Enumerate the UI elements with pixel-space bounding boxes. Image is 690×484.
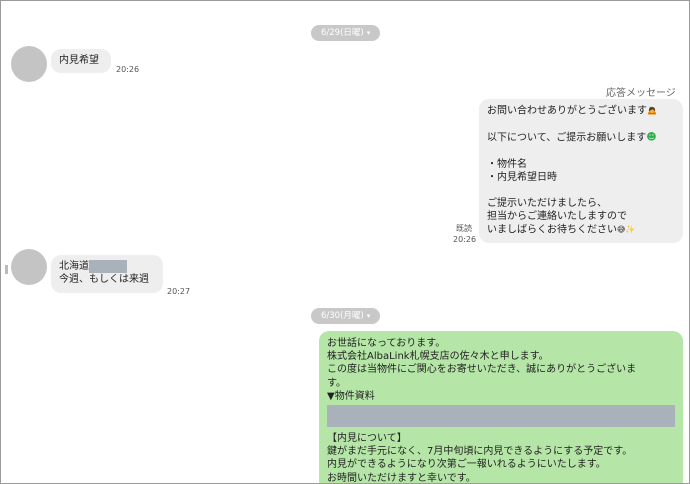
avatar[interactable]	[11, 46, 47, 82]
sparkle-icon: ✨	[625, 225, 636, 235]
scroll-marker	[5, 265, 8, 274]
message-time: 20:27	[167, 287, 191, 296]
message-bubble-incoming[interactable]: 北海道 今週、もしくは来週	[51, 255, 163, 293]
redacted-block	[89, 260, 127, 273]
message-line: 以下について、ご提示お願いします	[487, 132, 647, 144]
date-separator-2[interactable]: 6/30(月曜) ▾	[311, 308, 381, 324]
message-time: 20:26	[453, 235, 477, 244]
message-line: いましばらくお待ちください	[487, 225, 617, 237]
message-line: 株式会社AlbaLink札幌支店の佐々木と申します。	[327, 351, 549, 363]
date-label: 6/30(月曜)	[321, 311, 364, 321]
message-bubble-outgoing[interactable]: お問い合わせありがとうございます🙇 以下について、ご提示お願いします☻ ・物件名…	[479, 99, 683, 243]
avatar[interactable]	[11, 249, 47, 285]
smile-icon: ☻	[646, 131, 657, 143]
message-line: 北海道	[59, 261, 89, 272]
read-status: 既読	[456, 224, 472, 233]
chat-window: 6/29(日曜) ▾ 内見希望 20:26 応答メッセージ お問い合わせありがとう…	[0, 0, 690, 484]
auto-response-label: 応答メッセージ	[606, 88, 676, 99]
message-line: 今週、もしくは来週	[59, 274, 149, 286]
message-time: 20:26	[116, 65, 140, 74]
message-line: す。	[327, 377, 346, 389]
message-line: お世話になっております。	[327, 338, 446, 349]
message-line: 【内見について】	[327, 433, 407, 445]
chevron-down-icon: ▾	[366, 312, 371, 320]
message-line: ・内見希望日時	[487, 171, 557, 183]
message-line: ▼物件資料	[327, 390, 375, 402]
message-bubble-outgoing[interactable]: お世話になっております。 株式会社AlbaLink札幌支店の佐々木と申します。 …	[319, 331, 683, 484]
message-line: ご提示いただけましたら、	[487, 198, 607, 210]
date-separator-1[interactable]: 6/29(日曜) ▾	[311, 25, 381, 41]
bowing-icon: 🙇	[647, 106, 657, 115]
message-bubble-incoming[interactable]: 内見希望	[51, 49, 111, 73]
message-line: ・物件名	[487, 158, 527, 170]
message-line: 担当からご連絡いたしますので	[487, 211, 627, 223]
message-line: 内見ができるようになり次第ご一報いれるようにいたします。	[327, 459, 606, 471]
message-line: この度は当物件にご関心をお寄せいただき、誠にありがとうございま	[327, 364, 637, 376]
message-text: 内見希望	[59, 55, 99, 66]
chevron-down-icon: ▾	[366, 29, 371, 37]
date-label: 6/29(日曜)	[321, 28, 364, 38]
redacted-block	[327, 405, 675, 428]
message-line: お問い合わせありがとうございます	[487, 105, 647, 117]
message-line: 鍵がまだ手元になく、7月中旬頃に内見できるようにする予定です。	[327, 446, 633, 458]
message-line: お時間いただけますと幸いです。	[327, 472, 476, 484]
sweat-smile-icon: 😅	[617, 225, 626, 235]
